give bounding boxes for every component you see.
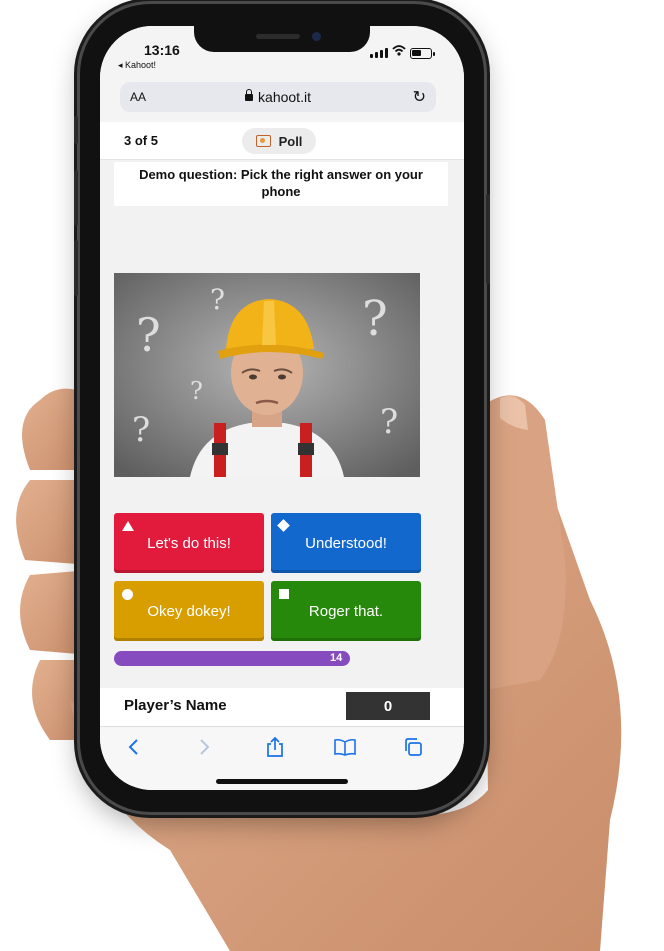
question-header: 3 of 5 Poll bbox=[100, 122, 464, 160]
timer-fill bbox=[114, 651, 350, 666]
question-text: Demo question: Pick the right answer on … bbox=[114, 162, 448, 206]
answer-label: Okey dokey! bbox=[147, 602, 231, 620]
phone-screen: 13:16 ◂ Kahoot! AA kahoot.it ↻ 3 of 5 Po… bbox=[100, 26, 464, 790]
battery-icon bbox=[410, 48, 435, 59]
svg-text:?: ? bbox=[132, 410, 150, 450]
triangle-icon bbox=[122, 521, 134, 531]
answer-label: Let's do this! bbox=[147, 534, 231, 552]
wifi-icon bbox=[392, 45, 406, 56]
url-display[interactable]: kahoot.it bbox=[120, 89, 436, 105]
home-indicator[interactable] bbox=[216, 779, 348, 784]
poll-badge: Poll bbox=[242, 128, 316, 154]
player-bar: Player’s Name 0 bbox=[100, 688, 464, 726]
cellular-signal-icon bbox=[370, 48, 388, 58]
kahoot-page: 3 of 5 Poll Demo question: Pick the righ… bbox=[100, 122, 464, 694]
address-bar[interactable]: AA kahoot.it ↻ bbox=[120, 82, 436, 112]
player-name: Player’s Name bbox=[124, 697, 227, 714]
bookmarks-icon[interactable] bbox=[330, 735, 360, 759]
timer-bar: 14 bbox=[114, 651, 420, 666]
svg-text:?: ? bbox=[380, 402, 398, 442]
notch bbox=[194, 26, 370, 52]
clock: 13:16 bbox=[144, 42, 180, 58]
svg-text:?: ? bbox=[210, 283, 225, 316]
poll-label: Poll bbox=[278, 133, 303, 149]
browser-address-area: AA kahoot.it ↻ bbox=[100, 76, 464, 122]
poll-icon bbox=[255, 135, 271, 147]
forward-icon[interactable] bbox=[190, 735, 220, 759]
front-camera bbox=[312, 32, 321, 41]
circle-icon bbox=[122, 589, 133, 600]
diamond-icon bbox=[277, 519, 290, 532]
lock-icon bbox=[245, 89, 254, 101]
phone-frame: 13:16 ◂ Kahoot! AA kahoot.it ↻ 3 of 5 Po… bbox=[74, 4, 490, 812]
mute-switch bbox=[74, 116, 78, 144]
volume-down-button bbox=[74, 240, 78, 296]
safari-toolbar bbox=[100, 726, 464, 790]
share-icon[interactable] bbox=[260, 735, 290, 759]
answer-button-yellow[interactable]: Okey dokey! bbox=[114, 581, 264, 641]
answer-label: Understood! bbox=[305, 534, 387, 552]
svg-text:?: ? bbox=[190, 377, 203, 405]
power-button bbox=[486, 194, 490, 284]
back-icon[interactable] bbox=[118, 735, 148, 759]
answer-label: Roger that. bbox=[308, 602, 384, 620]
volume-up-button bbox=[74, 170, 78, 226]
tabs-icon[interactable] bbox=[398, 735, 428, 759]
question-image: ? ? ? ? ? ? bbox=[114, 273, 420, 477]
answer-button-green[interactable]: Roger that. bbox=[271, 581, 421, 641]
timer-value: 14 bbox=[330, 652, 343, 664]
svg-text:?: ? bbox=[136, 308, 161, 362]
answer-button-blue[interactable]: Understood! bbox=[271, 513, 421, 573]
player-score: 0 bbox=[346, 692, 430, 720]
earpiece-speaker bbox=[256, 34, 300, 39]
square-icon bbox=[279, 589, 289, 599]
reload-icon[interactable]: ↻ bbox=[413, 87, 426, 107]
answer-button-red[interactable]: Let's do this! bbox=[114, 513, 264, 573]
question-counter: 3 of 5 bbox=[124, 133, 158, 148]
svg-text:?: ? bbox=[362, 291, 388, 347]
url-text: kahoot.it bbox=[258, 89, 311, 105]
back-to-app-link[interactable]: ◂ Kahoot! bbox=[118, 60, 156, 71]
